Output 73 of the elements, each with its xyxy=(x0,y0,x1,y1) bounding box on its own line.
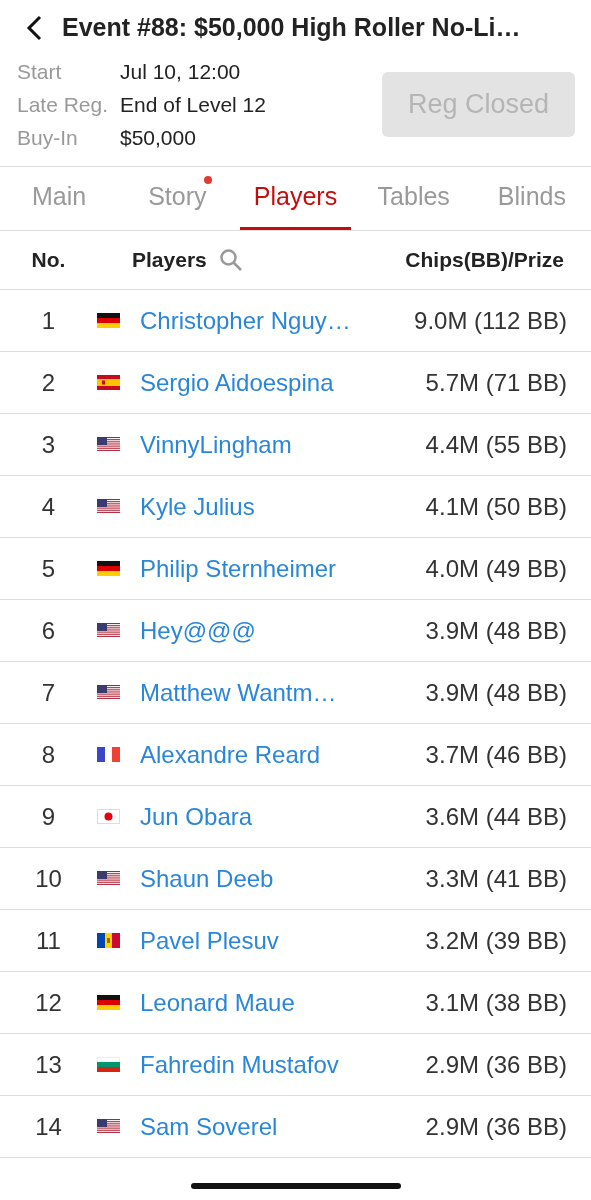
player-link[interactable]: VinnyLingham xyxy=(140,426,292,463)
rank-cell-text: 5 xyxy=(40,553,57,584)
player-link[interactable]: Leonard Maue xyxy=(140,984,295,1021)
flag-icon xyxy=(97,375,120,390)
info-value: End of Level 12 xyxy=(120,91,266,118)
flag-icon xyxy=(97,561,120,576)
flag-icon xyxy=(97,437,120,452)
flag-icon xyxy=(97,1057,120,1072)
flag-icon xyxy=(97,685,120,700)
rank-cell-text: 3 xyxy=(40,429,57,460)
player-link[interactable]: Matthew Wantm… xyxy=(140,674,337,711)
rank-cell-text: 1 xyxy=(40,305,57,336)
rank-cell-text: 10 xyxy=(34,863,63,894)
player-link[interactable]: Philip Sternheimer xyxy=(140,550,337,587)
chips-cell-text: 3.2M (39 BB) xyxy=(425,925,568,956)
player-link[interactable]: Alexandre Reard xyxy=(140,736,321,773)
flag-icon xyxy=(97,933,120,948)
chips-cell-text: 3.6M (44 BB) xyxy=(425,801,568,832)
chips-cell-text: 3.1M (38 BB) xyxy=(425,987,568,1018)
chips-cell-text: 4.4M (55 BB) xyxy=(425,429,568,460)
tab[interactable]: Tables xyxy=(363,167,464,230)
player-link[interactable]: Kyle Julius xyxy=(140,488,255,525)
chips-cell-text: 2.9M (36 BB) xyxy=(425,1049,568,1080)
chips-cell-text: 3.7M (46 BB) xyxy=(425,739,568,770)
chips-cell-text: 3.9M (48 BB) xyxy=(425,615,568,646)
tab[interactable]: Story xyxy=(134,167,221,230)
tab[interactable]: Players xyxy=(239,167,352,230)
flag-icon xyxy=(97,871,120,886)
tab[interactable]: Blinds xyxy=(483,167,580,230)
flag-icon xyxy=(97,747,120,762)
chips-cell-text: 5.7M (71 BB) xyxy=(425,367,568,398)
info-value: $50,000 xyxy=(120,124,196,151)
rank-cell-text: 9 xyxy=(40,801,57,832)
info-label: Late Reg. xyxy=(17,91,110,118)
chips-cell-text: 3.3M (41 BB) xyxy=(425,863,568,894)
chips-cell-text: 2.9M (36 BB) xyxy=(425,1111,568,1142)
rank-cell-text: 14 xyxy=(34,1111,63,1142)
player-link[interactable]: Jun Obara xyxy=(140,798,253,835)
back-icon[interactable] xyxy=(26,14,42,41)
rank-cell-text: 6 xyxy=(40,615,57,646)
info-label: Buy-In xyxy=(17,124,79,151)
chips-cell-text: 4.1M (50 BB) xyxy=(425,491,568,522)
player-link[interactable]: Christopher Nguy… xyxy=(140,302,351,339)
rank-cell-text: 8 xyxy=(40,739,57,770)
flag-icon xyxy=(97,809,120,824)
tab[interactable]: Main xyxy=(18,167,101,230)
rank-cell-text: 7 xyxy=(40,677,57,708)
player-link[interactable]: Shaun Deeb xyxy=(140,860,274,897)
search-icon[interactable] xyxy=(218,248,243,272)
column-header: Players xyxy=(132,247,207,274)
player-link[interactable]: Pavel Plesuv xyxy=(140,922,279,959)
flag-icon xyxy=(97,995,120,1010)
rank-cell-text: 13 xyxy=(34,1049,63,1080)
rank-cell-text: 4 xyxy=(40,491,57,522)
flag-icon xyxy=(97,313,120,328)
flag-icon xyxy=(97,623,120,638)
rank-cell-text: 12 xyxy=(34,987,63,1018)
chips-cell-text: 4.0M (49 BB) xyxy=(425,553,568,584)
player-link[interactable]: Hey@@@ xyxy=(140,612,256,649)
player-link[interactable]: Sergio Aidoespina xyxy=(140,364,334,401)
info-label: Start xyxy=(17,58,63,85)
player-link[interactable]: Fahredin Mustafov xyxy=(140,1046,339,1083)
rank-cell-text: 2 xyxy=(40,367,57,398)
player-link[interactable]: Sam Soverel xyxy=(140,1108,278,1145)
flag-icon xyxy=(97,499,120,514)
flag-icon xyxy=(97,1119,120,1134)
column-header: Chips(BB)/Prize xyxy=(405,247,565,274)
chips-cell-text: 9.0M (112 BB) xyxy=(414,305,568,336)
chips-cell-text: 3.9M (48 BB) xyxy=(425,677,568,708)
info-value: Jul 10, 12:00 xyxy=(120,58,241,85)
column-header: No. xyxy=(30,247,67,274)
page-title: Event #88: $50,000 High Roller No-Li… xyxy=(62,11,521,43)
rank-cell-text: 11 xyxy=(35,925,62,956)
